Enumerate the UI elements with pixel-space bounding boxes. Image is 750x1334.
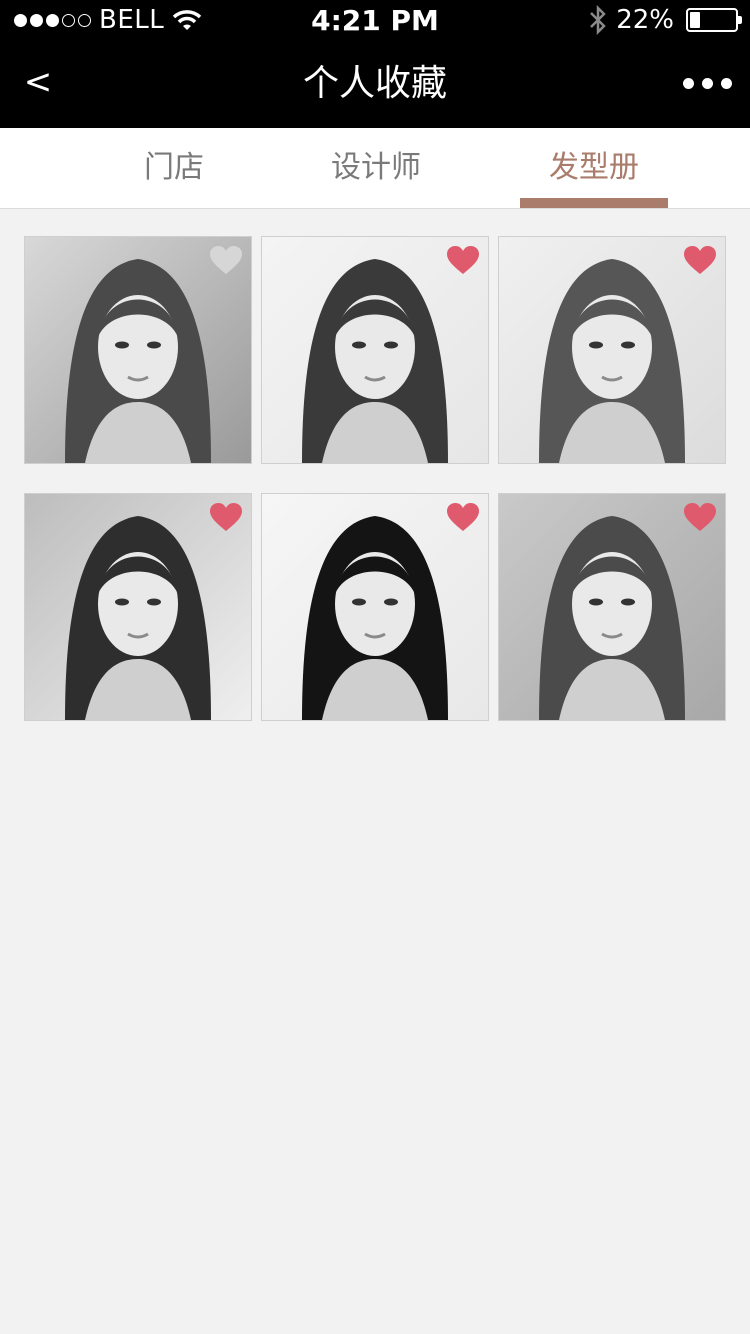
- heart-filled-icon[interactable]: [446, 502, 480, 532]
- bluetooth-icon: [590, 4, 606, 36]
- more-dot: [683, 77, 694, 89]
- signal-dot: [78, 13, 91, 27]
- tab-hairstyles[interactable]: 发型册: [520, 128, 668, 208]
- heart-filled-icon[interactable]: [446, 245, 480, 275]
- heart-outline-icon[interactable]: [209, 245, 243, 275]
- heart-filled-icon[interactable]: [683, 245, 717, 275]
- hairstyle-photo-card[interactable]: [261, 236, 489, 464]
- hairstyle-photo-card[interactable]: [498, 236, 726, 464]
- tab-designers[interactable]: 设计师: [302, 128, 450, 208]
- battery-fill: [690, 12, 700, 28]
- hairstyle-photo-card[interactable]: [24, 236, 252, 464]
- carrier-name: BELL: [99, 5, 165, 35]
- signal-dot: [62, 13, 75, 27]
- signal-icon: [14, 13, 91, 27]
- wifi-icon: [173, 10, 202, 30]
- status-bar: BELL 22% 4:21 PM: [0, 0, 750, 40]
- heart-filled-icon[interactable]: [209, 502, 243, 532]
- back-button[interactable]: <: [18, 54, 58, 110]
- status-left: BELL: [14, 5, 202, 35]
- hairstyle-photo-card[interactable]: [261, 493, 489, 721]
- tab-bar: 门店 设计师 发型册: [0, 128, 750, 209]
- battery-icon: [686, 8, 742, 32]
- hairstyle-photo-card[interactable]: [24, 493, 252, 721]
- hairstyle-photo-card[interactable]: [498, 493, 726, 721]
- signal-dot: [14, 13, 27, 27]
- page-title: 个人收藏: [302, 63, 447, 104]
- nav-bar: < 个人收藏: [0, 40, 750, 128]
- battery-percent: 22%: [616, 5, 674, 35]
- signal-dot: [30, 13, 43, 27]
- status-right: 22%: [588, 4, 742, 36]
- tab-stores[interactable]: 门店: [100, 128, 248, 208]
- signal-dot: [46, 13, 59, 27]
- more-dot: [721, 77, 732, 89]
- more-icon[interactable]: [683, 68, 732, 98]
- more-dot: [702, 77, 713, 89]
- heart-filled-icon[interactable]: [683, 502, 717, 532]
